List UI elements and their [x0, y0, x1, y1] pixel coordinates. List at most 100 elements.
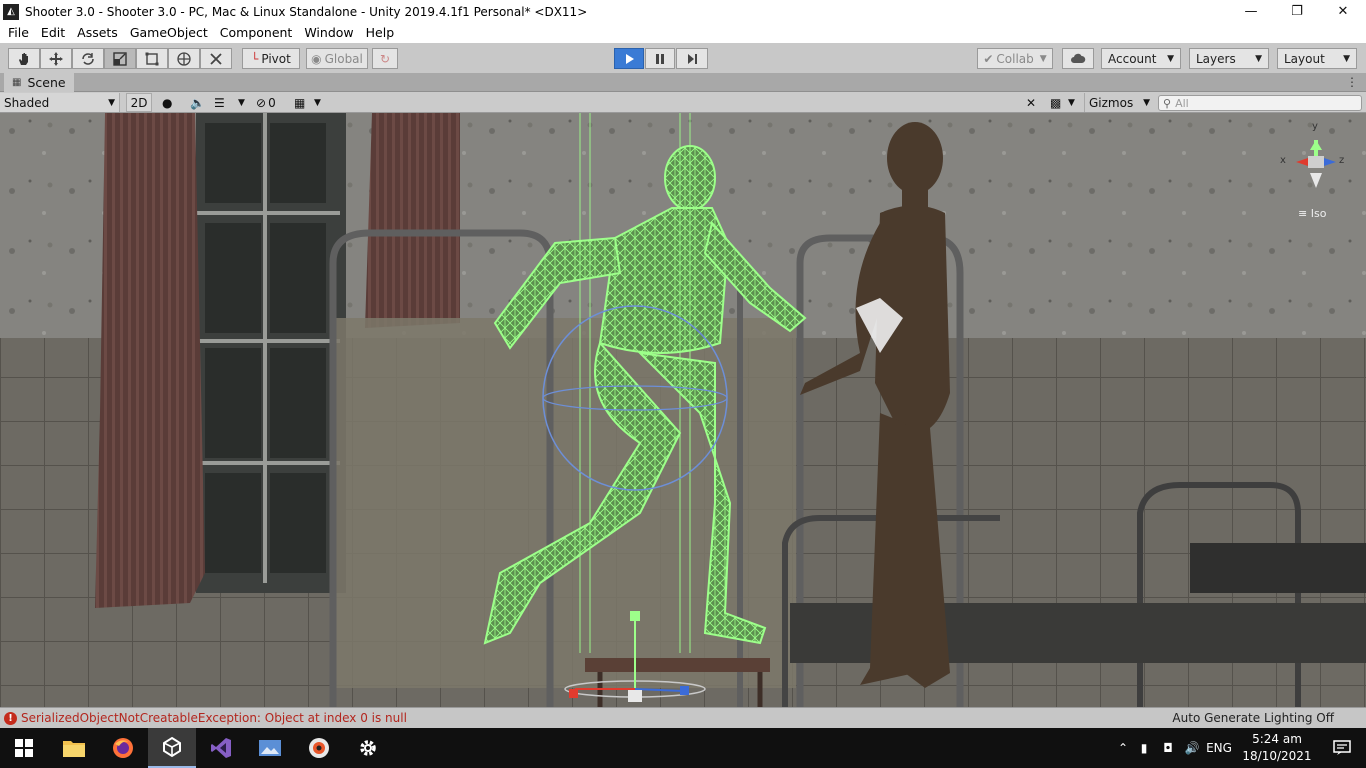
scene-viewport[interactable]: y x z ≡ Iso	[0, 113, 1366, 707]
scene-tools-button[interactable]: ✕	[1026, 93, 1036, 112]
eye-slash-icon: ⊘	[256, 95, 267, 110]
gizmo-z-label[interactable]: z	[1339, 155, 1344, 166]
maximize-button[interactable]: ❐	[1274, 0, 1320, 23]
layers-label: Layers	[1196, 51, 1236, 66]
language-indicator[interactable]: ENG	[1204, 741, 1234, 755]
status-bar: ! SerializedObjectNotCreatableException:…	[0, 707, 1366, 728]
scale-tool-button[interactable]	[104, 48, 136, 69]
camera-dropdown[interactable]: ▼	[1068, 93, 1075, 112]
custom-tool-button[interactable]	[200, 48, 232, 69]
speaker-icon: 🔈	[190, 95, 205, 110]
camera-button[interactable]: ▩	[1050, 93, 1061, 112]
clock[interactable]: 5:24 am 18/10/2021	[1242, 731, 1312, 765]
image-viewer-icon	[259, 740, 281, 756]
collab-label: Collab	[996, 51, 1034, 66]
tab-menu-icon[interactable]: ⋮	[1346, 75, 1358, 89]
unity-icon	[163, 736, 181, 758]
step-button[interactable]	[676, 48, 708, 69]
menu-component[interactable]: Component	[214, 23, 299, 43]
snap-toggle[interactable]: ↻	[372, 48, 398, 69]
hidden-count: 0	[268, 95, 276, 110]
close-button[interactable]: ✕	[1320, 0, 1366, 23]
projection-toggle[interactable]: ≡ Iso	[1298, 207, 1326, 220]
hamburger-icon: ≡	[1298, 207, 1308, 220]
wrench-icon: ✕	[1026, 95, 1037, 110]
scene-toolbar: Shaded ▼ 2D ● 🔈 ☰ ▼ ⊘ 0 ▦ ▼ ✕ ▩ ▼ Gizmos…	[0, 92, 1366, 113]
menu-gameobject[interactable]: GameObject	[124, 23, 214, 43]
account-dropdown[interactable]: Account ▼	[1101, 48, 1181, 69]
play-button[interactable]	[614, 48, 644, 69]
visual-studio-button[interactable]	[197, 728, 245, 768]
settings-button[interactable]	[344, 728, 392, 768]
tools-icon	[210, 52, 222, 65]
hand-tool-button[interactable]	[8, 48, 40, 69]
light-bulb-icon: ●	[162, 95, 173, 110]
system-tray: ⌃ ▮ ◘ 🔊 ENG	[1114, 728, 1234, 768]
layers-dropdown[interactable]: Layers ▼	[1189, 48, 1269, 69]
photos-button[interactable]	[246, 728, 294, 768]
wifi-icon[interactable]: ◘	[1156, 741, 1180, 755]
tab-row: ▦ Scene ⋮	[0, 73, 1366, 92]
scale-icon	[113, 51, 127, 66]
menu-assets[interactable]: Assets	[71, 23, 124, 43]
gizmos-label: Gizmos	[1089, 95, 1134, 110]
menu-edit[interactable]: Edit	[35, 23, 71, 43]
clock-date: 18/10/2021	[1242, 749, 1312, 763]
projection-label: Iso	[1310, 207, 1327, 220]
menu-file[interactable]: File	[2, 23, 35, 43]
gizmo-x-label[interactable]: x	[1280, 155, 1286, 166]
gizmo-y-label[interactable]: y	[1312, 121, 1318, 132]
pause-button[interactable]	[645, 48, 675, 69]
check-icon: ✔	[983, 51, 994, 66]
move-icon	[49, 51, 63, 66]
search-icon: ⚲	[1163, 96, 1172, 110]
global-toggle[interactable]: ◉ Global	[306, 48, 368, 69]
minimize-button[interactable]: —	[1228, 0, 1274, 23]
audio-toggle[interactable]: 🔈	[190, 93, 205, 112]
unity-taskbar-button[interactable]	[148, 728, 196, 768]
windows-start-button[interactable]	[0, 728, 48, 768]
volume-icon[interactable]: 🔊	[1180, 741, 1204, 755]
firefox-button[interactable]	[99, 728, 147, 768]
search-placeholder: All	[1175, 96, 1189, 110]
lighting-toggle[interactable]: ●	[162, 93, 172, 112]
chevron-down-icon: ▼	[238, 97, 245, 108]
rect-tool-button[interactable]	[136, 48, 168, 69]
chevron-down-icon: ▼	[314, 97, 321, 108]
grid-dropdown[interactable]: ▼	[314, 93, 321, 112]
chevron-down-icon: ▼	[1255, 53, 1262, 64]
gizmos-dropdown[interactable]: Gizmos ▼	[1084, 93, 1150, 112]
tab-scene[interactable]: ▦ Scene	[4, 73, 74, 92]
transform-tool-button[interactable]	[168, 48, 200, 69]
battery-icon[interactable]: ▮	[1132, 741, 1156, 755]
firefox-icon	[113, 738, 133, 758]
shading-mode-label: Shaded	[4, 95, 50, 110]
title-bar: ◭ Shooter 3.0 - Shooter 3.0 - PC, Mac & …	[0, 0, 1366, 23]
chevron-down-icon: ▼	[1343, 53, 1350, 64]
console-error-message[interactable]: ! SerializedObjectNotCreatableException:…	[4, 711, 407, 725]
main-toolbar: └ Pivot ◉ Global ↻ ✔ Collab ▼ Account ▼ …	[0, 43, 1366, 73]
effects-toggle[interactable]: ☰	[214, 93, 225, 112]
effects-dropdown[interactable]: ▼	[238, 93, 245, 112]
pivot-toggle[interactable]: └ Pivot	[242, 48, 300, 69]
chevron-up-icon[interactable]: ⌃	[1114, 741, 1132, 755]
lighting-status[interactable]: Auto Generate Lighting Off	[1172, 711, 1334, 725]
camera-icon: ▩	[1050, 95, 1062, 110]
move-tool-button[interactable]	[40, 48, 72, 69]
grid-toggle[interactable]: ▦	[294, 93, 305, 112]
2d-toggle[interactable]: 2D	[126, 93, 152, 112]
media-app-button[interactable]	[295, 728, 343, 768]
hidden-objects-toggle[interactable]: ⊘ 0	[256, 93, 276, 112]
shading-mode-dropdown[interactable]: Shaded ▼	[0, 93, 120, 112]
cloud-button[interactable]	[1062, 48, 1094, 69]
layout-dropdown[interactable]: Layout ▼	[1277, 48, 1357, 69]
rotate-tool-button[interactable]	[72, 48, 104, 69]
tab-scene-label: Scene	[27, 75, 66, 90]
notifications-button[interactable]	[1318, 728, 1366, 768]
file-explorer-button[interactable]	[50, 728, 98, 768]
chevron-down-icon: ▼	[1068, 97, 1075, 108]
menu-window[interactable]: Window	[298, 23, 359, 43]
scene-search-input[interactable]: ⚲ All	[1158, 95, 1362, 111]
menu-help[interactable]: Help	[360, 23, 401, 43]
collab-dropdown[interactable]: ✔ Collab ▼	[977, 48, 1053, 69]
